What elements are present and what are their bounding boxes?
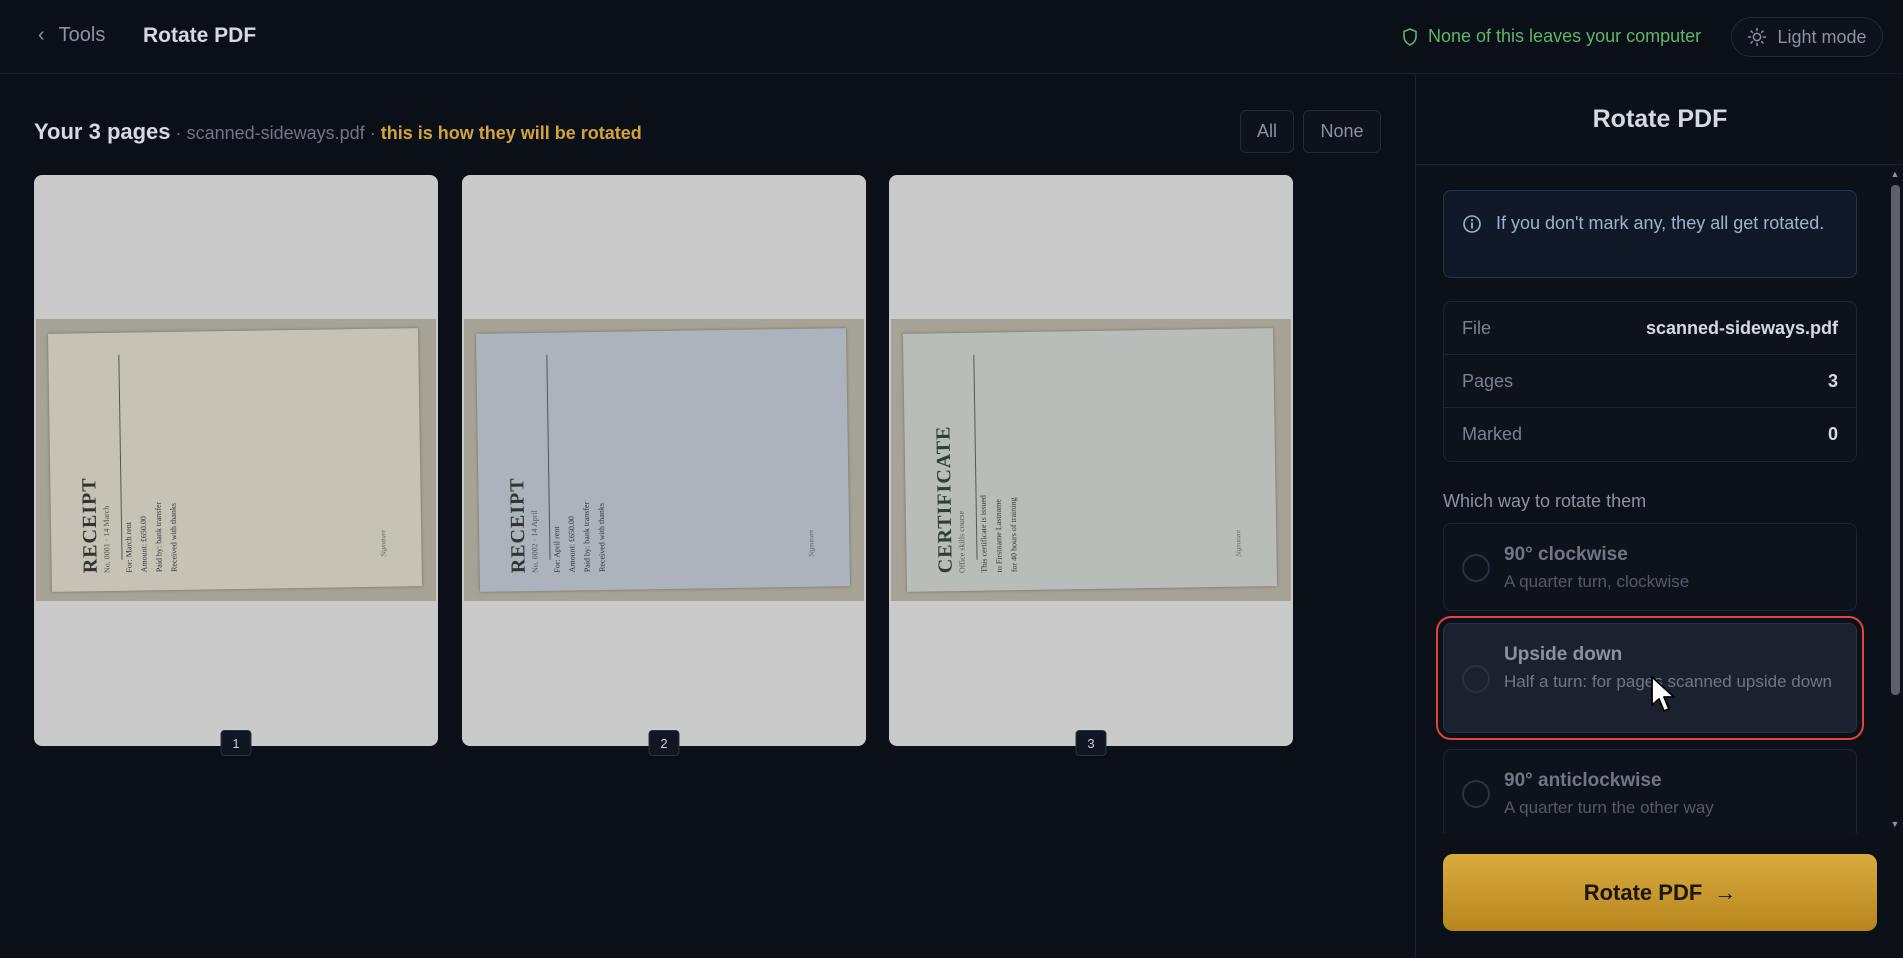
top-bar: ‹ Tools Rotate PDF None of this leaves y… (0, 0, 1903, 74)
document-signature: Signature (807, 529, 816, 557)
document-text: RECEIPT No. 0002 · 14 April For: April r… (506, 477, 606, 574)
panel-title: Rotate PDF (1416, 75, 1903, 165)
document-line: For: March rent (123, 521, 134, 573)
scroll-down-arrow-icon[interactable]: ▼ (1890, 819, 1900, 829)
document-line: For: April rent (552, 526, 562, 573)
stat-value: scanned-sideways.pdf (1645, 317, 1838, 338)
panel-scrollbar[interactable]: ▲ ▼ (1886, 165, 1903, 833)
page-title: Rotate PDF (143, 24, 257, 47)
document-paper: CERTIFICATE Office skills course This ce… (902, 328, 1278, 592)
stat-key: File (1462, 317, 1492, 338)
option-description: A quarter turn the other way (1504, 798, 1714, 817)
stat-value: 3 (1827, 370, 1838, 391)
back-label: Tools (58, 24, 106, 46)
document-line: Paid by: bank transfer (581, 501, 592, 573)
scanned-page-image: CERTIFICATE Office skills course This ce… (891, 319, 1291, 601)
radio-button[interactable] (1462, 780, 1490, 808)
scanned-page-image: RECEIPT No. 0001 · 14 March For: March r… (36, 319, 436, 601)
document-paper: RECEIPT No. 0001 · 14 March For: March r… (47, 328, 423, 592)
scrollbar-thumb[interactable] (1891, 185, 1900, 695)
scanned-page-image: RECEIPT No. 0002 · 14 April For: April r… (464, 319, 864, 601)
option-90-clockwise[interactable]: 90° clockwise A quarter turn, clockwise (1443, 523, 1857, 611)
document-line: to Firstname Lastname (993, 499, 1004, 573)
page-thumbnail[interactable]: RECEIPT No. 0001 · 14 March For: March r… (34, 175, 438, 756)
panel-scroll-area: If you don't mark any, they all get rota… (1416, 165, 1886, 833)
stat-row-file: File scanned-sideways.pdf (1444, 302, 1856, 355)
light-mode-label: Light mode (1777, 26, 1867, 47)
page-thumbnail[interactable]: RECEIPT No. 0002 · 14 April For: April r… (462, 175, 866, 756)
separator: · (369, 123, 376, 143)
scroll-up-arrow-icon[interactable]: ▲ (1890, 169, 1900, 179)
file-name: scanned-sideways.pdf (186, 123, 365, 143)
option-title: Upside down (1504, 644, 1623, 665)
pages-area: Your 3 pages · scanned-sideways.pdf · th… (0, 75, 1415, 958)
page-number-badge: 1 (220, 730, 252, 756)
option-title: 90° clockwise (1504, 544, 1628, 565)
document-signature: Signature (379, 529, 388, 557)
pages-heading: Your 3 pages (34, 119, 171, 144)
page-thumbnail[interactable]: CERTIFICATE Office skills course This ce… (889, 175, 1293, 756)
document-title: CERTIFICATE (932, 425, 957, 574)
document-title: RECEIPT (506, 477, 530, 574)
document-line: Amount: £650.00 (138, 515, 149, 573)
stat-row-marked: Marked 0 (1444, 408, 1856, 461)
shield-icon (1403, 27, 1417, 46)
stat-key: Marked (1462, 424, 1523, 444)
rotation-hint: this is how they will be rotated (380, 123, 642, 143)
document-line: Received with thanks (168, 503, 179, 573)
stat-key: Pages (1462, 370, 1514, 391)
separator: · (175, 123, 182, 143)
document-line: This certificate is issued (978, 495, 989, 573)
arrow-right-icon: → (1714, 879, 1737, 905)
document-line: Received with thanks (596, 503, 607, 573)
info-icon (1463, 215, 1481, 233)
radio-button[interactable] (1462, 554, 1490, 582)
rotation-question: Which way to rotate them (1443, 491, 1647, 511)
info-callout: If you don't mark any, they all get rota… (1443, 190, 1857, 278)
info-text: If you don't mark any, they all get rota… (1496, 213, 1825, 233)
privacy-text: None of this leaves your computer (1428, 26, 1702, 46)
radio-button[interactable] (1462, 665, 1490, 693)
document-title: RECEIPT (78, 477, 102, 574)
page-number-badge: 3 (1075, 730, 1107, 756)
select-none-button[interactable]: None (1303, 110, 1381, 153)
document-line: for 40 hours of training (1008, 497, 1019, 573)
light-mode-toggle[interactable]: Light mode (1731, 17, 1883, 57)
document-line: Amount: £650.00 (566, 515, 577, 573)
pages-header: Your 3 pages · scanned-sideways.pdf · th… (34, 119, 642, 145)
document-signature: Signature (1234, 529, 1243, 557)
document-paper: RECEIPT No. 0002 · 14 April For: April r… (475, 328, 851, 592)
page-number-badge: 2 (648, 730, 680, 756)
option-90-anticlockwise[interactable]: 90° anticlockwise A quarter turn the oth… (1443, 749, 1857, 833)
select-all-button[interactable]: All (1240, 110, 1294, 153)
rotate-button-label: Rotate PDF (1583, 879, 1703, 905)
mouse-cursor-icon (1651, 676, 1675, 712)
document-subtitle: No. 0001 · 14 March (101, 505, 112, 574)
document-text: RECEIPT No. 0001 · 14 March For: March r… (78, 477, 178, 574)
document-subtitle: No. 0002 · 14 April (529, 510, 540, 574)
sun-icon (1748, 27, 1767, 47)
stat-row-pages: Pages 3 (1444, 355, 1856, 408)
document-subtitle: Office skills course (956, 510, 967, 574)
file-stats: File scanned-sideways.pdf Pages 3 Marked… (1443, 301, 1857, 462)
settings-panel: Rotate PDF If you don't mark any, they a… (1415, 75, 1903, 958)
rotate-pdf-button[interactable]: Rotate PDF → (1443, 854, 1877, 931)
document-line: Paid by: bank transfer (153, 501, 164, 573)
stat-value: 0 (1827, 424, 1838, 444)
document-text: CERTIFICATE Office skills course This ce… (932, 425, 1018, 574)
chevron-left-icon: ‹ (38, 24, 45, 46)
privacy-notice: None of this leaves your computer (1402, 26, 1701, 47)
back-to-tools-link[interactable]: ‹ Tools (38, 24, 105, 47)
option-title: 90° anticlockwise (1504, 770, 1662, 791)
option-description: A quarter turn, clockwise (1504, 572, 1690, 591)
